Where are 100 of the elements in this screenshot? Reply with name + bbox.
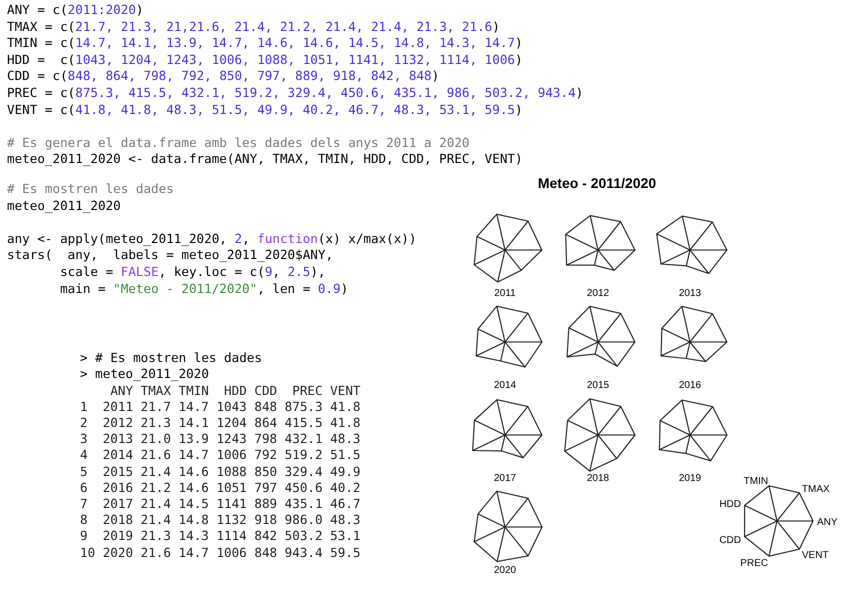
star-glyph xyxy=(658,399,728,462)
key-label: ANY xyxy=(817,516,838,528)
table-cell-text: 41.8 xyxy=(329,414,360,432)
key-label: HDD xyxy=(719,498,741,510)
star-label: 2013 xyxy=(678,288,702,299)
table-cell-text: 848 xyxy=(253,544,278,561)
table-cell-text: 2018 xyxy=(102,512,134,528)
row-name: 2 xyxy=(80,414,89,432)
column-header: ANY xyxy=(109,382,134,399)
table-cell-text: 14.5 xyxy=(178,496,209,512)
table-cell-text: 21.4 xyxy=(140,464,171,480)
row-name: 4 xyxy=(80,447,89,464)
table-cell-text: 792 xyxy=(253,447,278,464)
star-glyph xyxy=(656,215,728,274)
code-line: scale = FALSE, key.loc = c(9, 2.5), xyxy=(59,264,326,280)
table-cell-text: 848 xyxy=(253,398,278,415)
row-name: 3 xyxy=(80,431,89,448)
table-cell-text: 1006 xyxy=(215,447,247,464)
column-header: TMIN xyxy=(178,382,209,399)
row-name: 5 xyxy=(80,464,89,480)
table-cell-text: 519.2 xyxy=(284,447,323,464)
row-name: 6 xyxy=(80,480,89,496)
table-cell-text: 14.1 xyxy=(178,414,209,432)
table-cell-text: 889 xyxy=(253,496,278,512)
row-name: 10 xyxy=(80,544,96,561)
table-cell-text: 1204 xyxy=(215,414,247,432)
code-line: meteo_2011_2020 <- data.frame(ANY, TMAX, TMIN, HDD, CDD, PREC, VENT) xyxy=(7,151,523,168)
code-line: meteo_2011_2020 xyxy=(7,198,121,214)
table-cell-text: 918 xyxy=(253,512,278,528)
code-line: TMIN = c(14.7, 14.1, 13.9, 14.7, 14.6, 14.6, 14.5, 14.8, 14.3, 14.7) xyxy=(7,35,523,52)
table-cell-text: 1243 xyxy=(215,431,247,448)
table-cell-text: 21.4 xyxy=(140,496,171,512)
table-cell-text: 53.1 xyxy=(329,528,360,545)
column-header: HDD xyxy=(223,382,247,399)
table-cell-text: 21.6 xyxy=(140,544,171,561)
console-line: > meteo_2011_2020 xyxy=(80,366,209,382)
table-cell-text: 503.2 xyxy=(284,528,323,545)
table-cell-text: 875.3 xyxy=(284,398,323,415)
star-glyph xyxy=(566,306,636,367)
column-header: TMAX xyxy=(140,382,171,399)
table-cell-text: 450.6 xyxy=(284,480,323,496)
column-header: CDD xyxy=(253,382,278,399)
column-header: PREC xyxy=(291,382,323,399)
row-name: 7 xyxy=(80,496,89,512)
star-label: 2019 xyxy=(678,472,702,484)
star-label: 2020 xyxy=(494,564,516,576)
star-glyph xyxy=(474,214,542,283)
table-cell-text: 2017 xyxy=(102,496,134,512)
table-cell-text: 48.3 xyxy=(329,512,360,528)
row-name: 9 xyxy=(80,528,89,545)
table-cell-text: 1141 xyxy=(215,496,247,512)
table-cell-text: 49.9 xyxy=(329,464,360,480)
table-cell-text: 2019 xyxy=(102,528,134,545)
table-cell-text: 850 xyxy=(253,464,278,480)
table-cell-text: 14.7 xyxy=(178,544,209,561)
table-cell-text: 14.6 xyxy=(178,464,209,480)
table-cell-text: 14.7 xyxy=(178,447,209,464)
star-glyph xyxy=(476,306,543,368)
table-cell-text: 21.3 xyxy=(140,414,171,432)
table-cell-text: 48.3 xyxy=(329,431,360,448)
table-cell-text: 2015 xyxy=(102,464,134,480)
code-comment: # Es genera el data.frame amb les dades dels anys 2011 a 2020 xyxy=(7,134,470,152)
code-line: stars( any, labels = meteo_2011_2020$ANY, xyxy=(7,247,334,264)
table-cell-text: 842 xyxy=(253,528,278,545)
table-cell-text: 1088 xyxy=(215,464,247,480)
chart-title: Meteo - 2011/2020 xyxy=(538,174,656,191)
table-cell-text: 1114 xyxy=(215,528,247,545)
key-label: CDD xyxy=(719,535,741,546)
star-label: 2011 xyxy=(494,288,516,299)
table-cell-text: 2020 xyxy=(102,544,134,561)
table-cell-text: 864 xyxy=(253,414,278,432)
table-cell-text: 798 xyxy=(253,431,278,448)
star-label: 2014 xyxy=(494,380,516,391)
table-cell-text: 797 xyxy=(253,480,278,496)
code-line: ANY = c(2011:2020) xyxy=(7,2,144,19)
table-cell-text: 1043 xyxy=(215,398,247,415)
star-label: 2012 xyxy=(586,288,610,299)
code-line: PREC = c(875.3, 415.5, 432.1, 519.2, 329.4, 450.6, 435.1, 986, 503.2, 943.4) xyxy=(7,84,584,102)
table-cell-text: 2013 xyxy=(102,431,134,448)
table-cell-text: 2014 xyxy=(102,447,134,464)
star-glyph xyxy=(660,306,728,362)
key-label: TMIN xyxy=(744,476,768,488)
table-cell-text: 13.9 xyxy=(178,431,209,448)
table-cell-text: 40.2 xyxy=(329,480,360,496)
table-cell-text: 1132 xyxy=(215,512,247,528)
code-line: CDD = c(848, 864, 798, 792, 850, 797, 889, 918, 842, 848) xyxy=(7,68,440,85)
table-cell-text: 21.2 xyxy=(140,480,171,496)
star-label: 2015 xyxy=(586,380,610,391)
table-cell-text: 329.4 xyxy=(284,464,323,480)
key-label: VENT xyxy=(802,550,829,561)
console-line: > # Es mostren les dades xyxy=(80,350,262,366)
table-cell-text: 986.0 xyxy=(284,512,323,528)
table-cell-text: 46.7 xyxy=(329,496,360,512)
table-cell-text: 14.8 xyxy=(178,512,209,528)
table-cell-text: 21.0 xyxy=(140,431,171,448)
code-line: main = "Meteo - 2011/2020", len = 0.9) xyxy=(59,280,348,298)
table-cell-text: 21.7 xyxy=(140,398,171,415)
star-label: 2017 xyxy=(494,472,516,484)
table-cell-text: 21.3 xyxy=(140,528,171,545)
star-label: 2016 xyxy=(678,380,702,391)
